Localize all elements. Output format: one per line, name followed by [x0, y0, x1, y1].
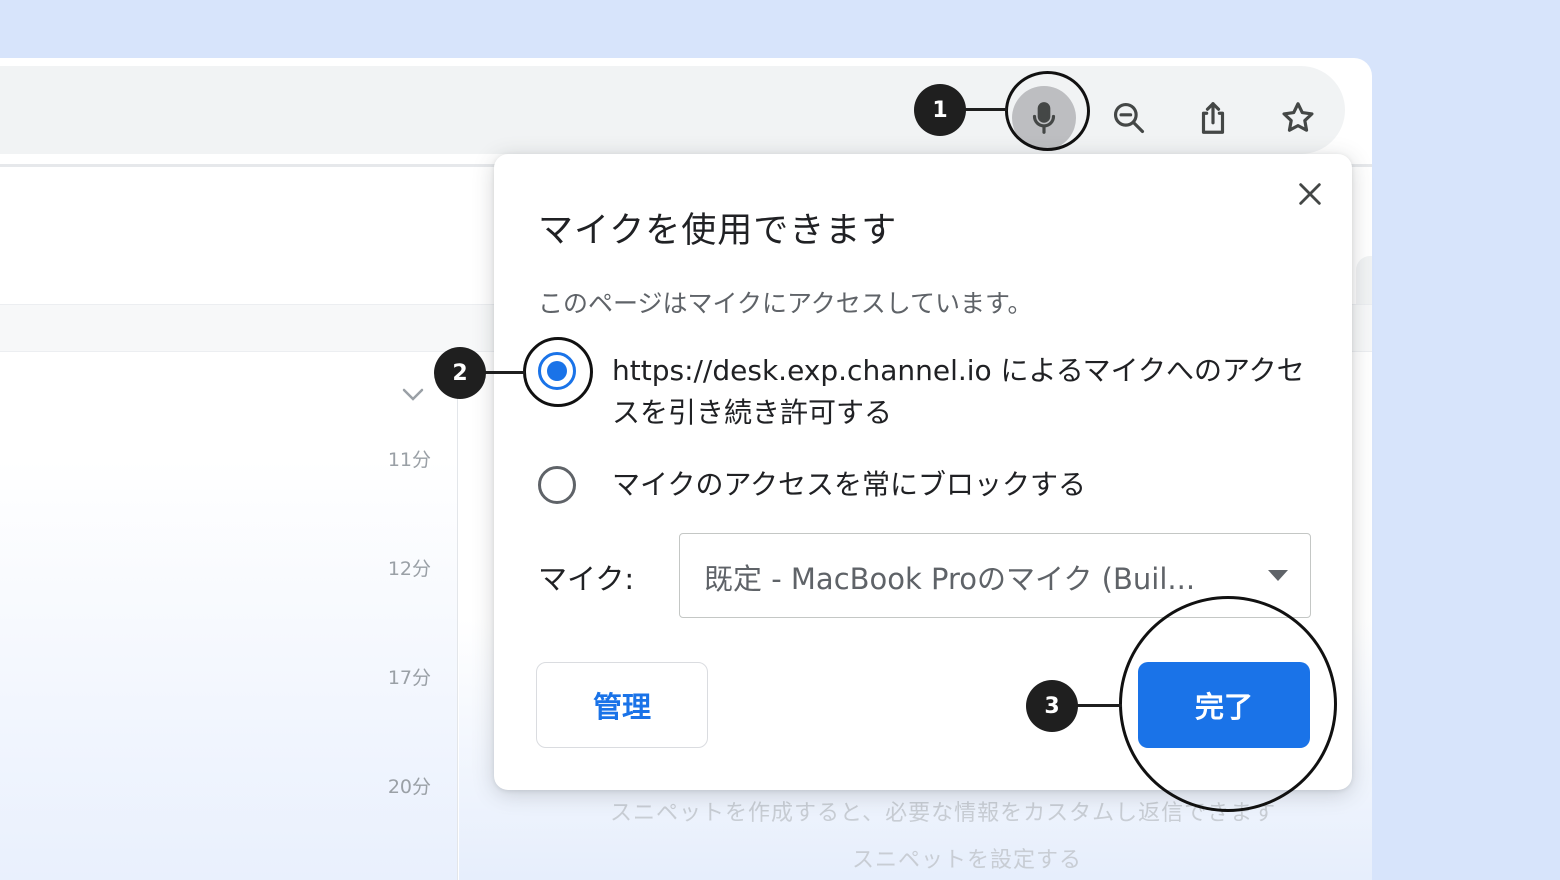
highlight-ring-radio: [523, 337, 593, 407]
annotation-connector: [482, 371, 525, 374]
snippet-link[interactable]: スニペットを設定する: [852, 842, 1082, 874]
dialog-title: マイクを使用できます: [538, 211, 898, 251]
chevron-down-icon[interactable]: [400, 385, 426, 403]
dropdown-arrow-icon: [1268, 570, 1288, 581]
time-label: 12分: [387, 558, 431, 580]
snippet-hint: スニペットを作成すると、必要な情報をカスタムし返信できます: [610, 801, 1277, 826]
share-button[interactable]: [1181, 86, 1245, 150]
address-bar[interactable]: [0, 66, 1345, 154]
highlight-ring-done: [1119, 596, 1337, 812]
close-icon: [1299, 183, 1321, 205]
share-icon: [1201, 102, 1225, 134]
star-icon: [1282, 102, 1314, 132]
mic-select-label: マイク:: [538, 562, 635, 596]
step-badge-1: 1: [914, 84, 966, 136]
radio-block[interactable]: [538, 466, 576, 504]
time-label: 20分: [387, 776, 431, 798]
dialog-subtitle: このページはマイクにアクセスしています。: [538, 289, 1033, 318]
time-label: 11分: [387, 449, 431, 471]
option-block-label[interactable]: マイクのアクセスを常にブロックする: [612, 464, 1086, 506]
time-label: 17分: [387, 667, 431, 689]
annotation-connector: [962, 108, 1007, 111]
zoom-button[interactable]: [1097, 86, 1161, 150]
zoom-out-icon: [1113, 102, 1145, 134]
close-button[interactable]: [1290, 174, 1330, 214]
conversation-list: 11分 12分 17分 20分: [0, 353, 458, 880]
step-badge-2: 2: [434, 347, 486, 399]
mic-select-value: 既定 - MacBook Proのマイク (Buil...: [704, 562, 1196, 596]
bookmark-button[interactable]: [1266, 86, 1330, 150]
manage-button[interactable]: 管理: [536, 662, 708, 748]
option-allow-label[interactable]: https://desk.exp.channel.io によるマイクへのアクセス…: [612, 350, 1322, 434]
annotation-connector: [1074, 704, 1122, 707]
step-badge-3: 3: [1026, 680, 1078, 732]
highlight-ring-mic: [1005, 71, 1090, 151]
